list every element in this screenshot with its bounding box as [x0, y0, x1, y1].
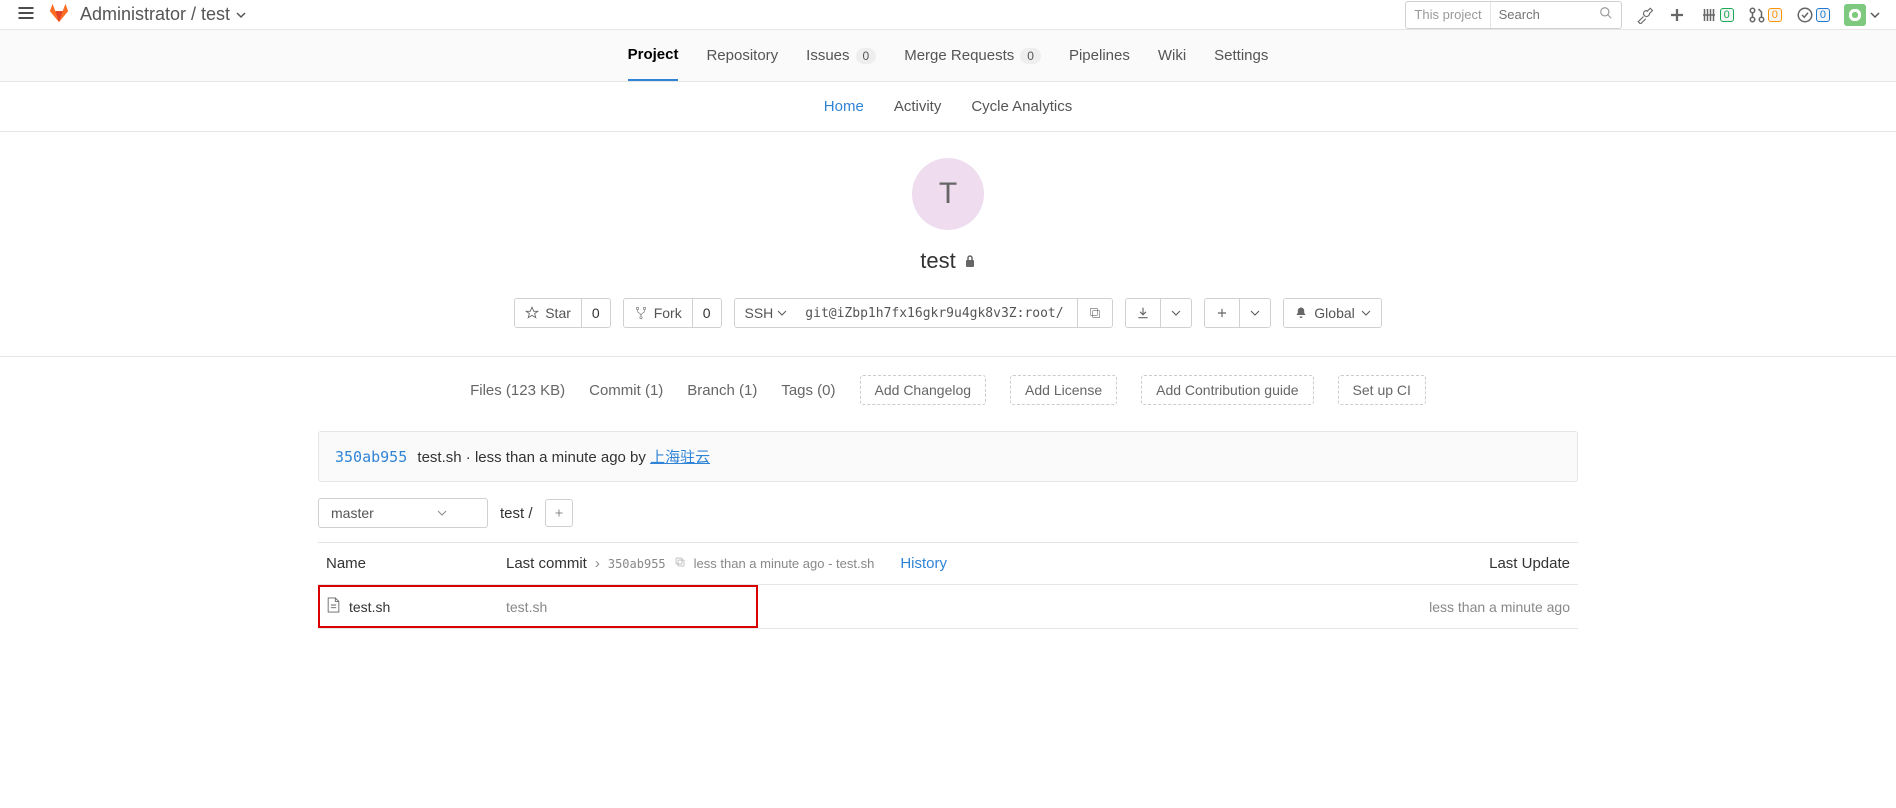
fork-button-group: Fork 0: [623, 298, 722, 328]
top-header: Administrator / test This project 0 0: [0, 0, 1896, 30]
protocol-select[interactable]: SSH: [735, 299, 798, 327]
wrench-icon[interactable]: [1636, 6, 1654, 24]
nav-settings[interactable]: Settings: [1214, 30, 1268, 81]
history-link[interactable]: History: [900, 555, 947, 572]
file-updated: less than a minute ago: [1358, 585, 1578, 629]
commit-banner: 350ab955 test.sh · less than a minute ag…: [318, 431, 1578, 482]
copy-sha-icon[interactable]: [674, 555, 686, 572]
commit-author-link[interactable]: 上海驻云: [650, 449, 710, 466]
stat-commit[interactable]: Commit (1): [589, 382, 663, 399]
chevron-down-icon: [1361, 305, 1371, 321]
file-name[interactable]: test.sh: [349, 599, 390, 615]
short-sha[interactable]: 350ab955: [608, 557, 666, 571]
nav-issues[interactable]: Issues 0: [806, 30, 876, 81]
stat-branch[interactable]: Branch (1): [687, 382, 757, 399]
chevron-down-icon[interactable]: [236, 4, 246, 25]
commit-meta: less than a minute ago - test.sh: [694, 556, 875, 571]
add-license-button[interactable]: Add License: [1010, 375, 1117, 405]
badge-count: 0: [1816, 8, 1830, 22]
star-button-group: Star 0: [514, 298, 610, 328]
branch-select[interactable]: master: [318, 498, 488, 528]
search-box: This project: [1405, 1, 1621, 29]
fork-count: 0: [692, 299, 721, 327]
add-file-button[interactable]: [545, 499, 573, 527]
commit-sha-link[interactable]: 350ab955: [335, 448, 407, 466]
add-group: [1204, 298, 1271, 328]
download-dropdown[interactable]: [1160, 299, 1191, 327]
search-scope[interactable]: This project: [1406, 2, 1490, 28]
notification-button[interactable]: Global: [1284, 299, 1380, 327]
project-header: T test Star 0 Fork 0 SSH: [0, 132, 1896, 357]
plus-icon[interactable]: [1668, 6, 1686, 24]
fork-button[interactable]: Fork: [624, 299, 692, 327]
avatar: [1844, 4, 1866, 26]
stats-row: Files (123 KB) Commit (1) Branch (1) Tag…: [308, 357, 1588, 423]
badge-count: 0: [1720, 8, 1734, 22]
clone-url-input[interactable]: [797, 299, 1077, 327]
col-last-commit: Last commit › 350ab955 less than a minut…: [498, 543, 1358, 585]
path-crumb[interactable]: test /: [500, 505, 533, 522]
issues-badge[interactable]: 0: [1700, 6, 1734, 24]
chevron-down-icon: [777, 305, 787, 321]
breadcrumb-owner[interactable]: Administrator: [80, 4, 186, 25]
hamburger-icon[interactable]: [16, 3, 36, 26]
chevron-down-icon: [1870, 7, 1880, 23]
commit-message: test.sh: [417, 449, 461, 466]
mr-badge[interactable]: 0: [1748, 6, 1782, 24]
nav-wiki[interactable]: Wiki: [1158, 30, 1186, 81]
download-button[interactable]: [1126, 299, 1160, 327]
sub-nav: Home Activity Cycle Analytics: [0, 82, 1896, 132]
add-dropdown[interactable]: [1239, 299, 1270, 327]
star-button[interactable]: Star: [515, 299, 581, 327]
add-guide-button[interactable]: Add Contribution guide: [1141, 375, 1313, 405]
user-menu[interactable]: [1844, 4, 1880, 26]
nav-project[interactable]: Project: [628, 30, 679, 81]
commit-time: less than a minute ago by: [475, 449, 650, 466]
chevron-down-icon: [437, 505, 447, 521]
chevron-down-icon: [1250, 305, 1260, 321]
stat-tags[interactable]: Tags (0): [781, 382, 835, 399]
lock-icon: [964, 248, 976, 274]
nav-repository[interactable]: Repository: [706, 30, 778, 81]
search-icon[interactable]: [1591, 6, 1621, 23]
download-group: [1125, 298, 1192, 328]
table-row[interactable]: test.sh test.sh less than a minute ago: [318, 585, 1578, 629]
chevron-down-icon: [1171, 305, 1181, 321]
clone-group: SSH: [734, 298, 1114, 328]
col-name: Name: [318, 543, 498, 585]
copy-url-button[interactable]: [1077, 299, 1112, 327]
col-update: Last Update: [1358, 543, 1578, 585]
stat-files[interactable]: Files (123 KB): [470, 382, 565, 399]
nav-merge-requests[interactable]: Merge Requests 0: [904, 30, 1041, 81]
sub-activity[interactable]: Activity: [894, 98, 942, 115]
gitlab-logo[interactable]: [48, 2, 70, 27]
file-icon: [326, 597, 341, 616]
nav-pipelines[interactable]: Pipelines: [1069, 30, 1130, 81]
sub-cycle[interactable]: Cycle Analytics: [971, 98, 1072, 115]
project-title: test: [0, 248, 1896, 274]
todo-badge[interactable]: 0: [1796, 6, 1830, 24]
sub-home[interactable]: Home: [824, 98, 864, 115]
add-changelog-button[interactable]: Add Changelog: [860, 375, 987, 405]
badge-count: 0: [1768, 8, 1782, 22]
branch-row: master test /: [318, 498, 1578, 528]
star-count: 0: [581, 299, 610, 327]
file-table: Name Last commit › 350ab955 less than a …: [318, 542, 1578, 629]
notification-group: Global: [1283, 298, 1381, 328]
project-avatar: T: [912, 158, 984, 230]
file-commit-msg: test.sh: [498, 585, 1358, 629]
search-input[interactable]: [1491, 7, 1591, 22]
main-nav: Project Repository Issues 0 Merge Reques…: [0, 30, 1896, 82]
add-button[interactable]: [1205, 299, 1239, 327]
breadcrumb-project[interactable]: test: [201, 4, 230, 25]
setup-ci-button[interactable]: Set up CI: [1338, 375, 1426, 405]
breadcrumb[interactable]: Administrator / test: [80, 4, 246, 25]
